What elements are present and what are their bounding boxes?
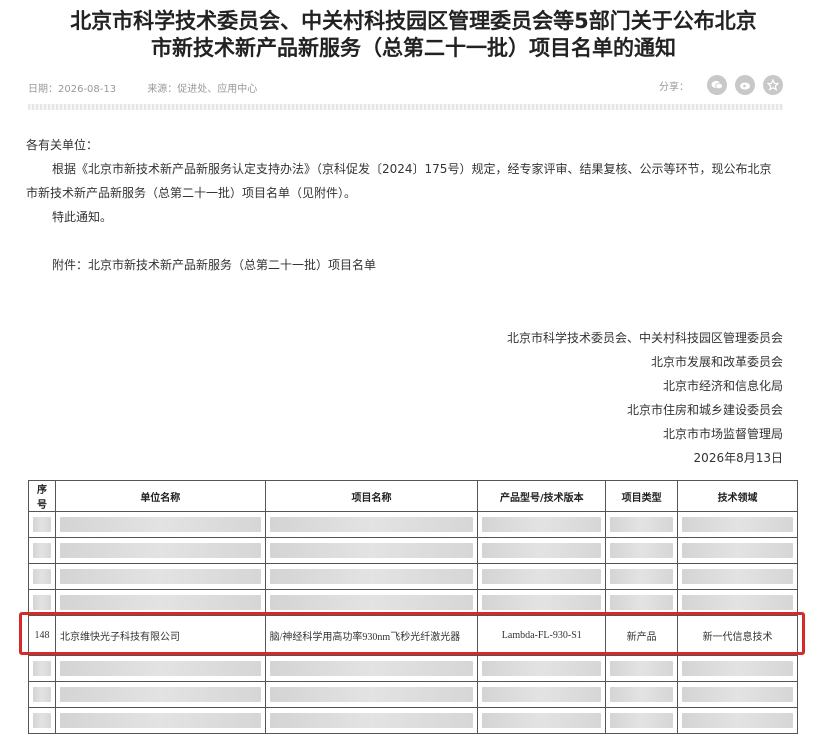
article-meta: 日期：2026-08-13 来源：促进处、应用中心 <box>28 80 285 95</box>
highlight-box <box>19 612 805 655</box>
signature-org-2: 北京市发展和改革委员会 <box>650 355 783 369</box>
redacted-cell <box>33 713 51 728</box>
header-project: 项目名称 <box>264 480 479 512</box>
redacted-cell <box>682 687 793 702</box>
share-bar: 分享： <box>659 75 783 95</box>
redacted-cell <box>610 661 674 676</box>
table-row-redacted <box>28 537 798 564</box>
redacted-cell <box>269 569 474 584</box>
signature-block: 北京市科学技术委员会、中关村科技园区管理委员会 北京市发展和改革委员会 北京市经… <box>507 326 783 470</box>
signature-date: 2026年8月13日 <box>693 451 783 465</box>
redacted-cell <box>59 661 261 676</box>
redacted-cell <box>33 661 51 676</box>
salutation: 各有关单位： <box>26 138 99 152</box>
article-source: 来源：促进处、应用中心 <box>147 84 258 95</box>
weibo-icon[interactable] <box>735 75 755 95</box>
redacted-cell <box>482 713 602 728</box>
signature-org-3: 北京市经济和信息化局 <box>662 379 783 393</box>
header-company: 单位名称 <box>54 480 266 512</box>
page-title: 北京市科学技术委员会、中关村科技园区管理委员会等5部门关于公布北京 市新技术新产… <box>0 8 827 62</box>
header-model: 产品型号/技术版本 <box>477 480 607 512</box>
redacted-cell <box>269 661 474 676</box>
redacted-cell <box>269 713 474 728</box>
redacted-cell <box>269 543 474 558</box>
share-label: 分享： <box>659 81 689 93</box>
header-field: 技术领域 <box>677 480 798 512</box>
wechat-icon[interactable] <box>707 75 727 95</box>
table-row-redacted <box>28 681 798 708</box>
redacted-cell <box>482 569 602 584</box>
redacted-cell <box>482 661 602 676</box>
redacted-cell <box>682 595 793 610</box>
table-row-redacted <box>28 511 798 538</box>
favorite-icon[interactable] <box>763 75 783 95</box>
redacted-cell <box>59 569 261 584</box>
notice-body: 各有关单位： 根据《北京市新技术新产品新服务认定支持办法》（京科促发〔2024〕… <box>26 133 786 229</box>
redacted-cell <box>682 569 793 584</box>
redacted-cell <box>610 713 674 728</box>
redacted-cell <box>59 713 261 728</box>
redacted-cell <box>59 517 261 532</box>
redacted-cell <box>610 687 674 702</box>
redacted-cell <box>682 543 793 558</box>
paragraph-1-line-2: 市新技术新产品新服务（总第二十一批）项目名单（见附件）。 <box>26 186 357 200</box>
redacted-cell <box>59 687 261 702</box>
redacted-cell <box>482 543 602 558</box>
redacted-cell <box>610 543 674 558</box>
redacted-cell <box>33 569 51 584</box>
table-header-row: 序号 单位名称 项目名称 产品型号/技术版本 项目类型 技术领域 <box>28 480 798 512</box>
redacted-cell <box>610 569 674 584</box>
redacted-cell <box>610 517 674 532</box>
signature-org-5: 北京市市场监督管理局 <box>662 427 783 441</box>
paragraph-1-line-1: 根据《北京市新技术新产品新服务认定支持办法》（京科促发〔2024〕175号）规定… <box>52 162 772 176</box>
header-divider <box>28 104 783 110</box>
redacted-cell <box>33 687 51 702</box>
page-title-line-2: 市新技术新产品新服务（总第二十一批）项目名单的通知 <box>151 36 676 60</box>
redacted-cell <box>59 543 261 558</box>
redacted-cell <box>682 661 793 676</box>
notice-closing: 特此通知。 <box>52 210 113 224</box>
redacted-cell <box>482 517 602 532</box>
page-title-line-1: 北京市科学技术委员会、中关村科技园区管理委员会等5部门关于公布北京 <box>70 9 757 33</box>
attachment-link[interactable]: 附件：北京市新技术新产品新服务（总第二十一批）项目名单 <box>52 256 376 273</box>
redacted-cell <box>482 595 602 610</box>
header-no: 序号 <box>28 480 56 512</box>
redacted-cell <box>269 517 474 532</box>
header-type: 项目类型 <box>605 480 679 512</box>
table-row-redacted <box>28 563 798 590</box>
redacted-cell <box>682 517 793 532</box>
signature-org-4: 北京市住房和城乡建设委员会 <box>626 403 783 417</box>
redacted-cell <box>269 687 474 702</box>
redacted-cell <box>33 595 51 610</box>
redacted-cell <box>33 517 51 532</box>
redacted-cell <box>610 595 674 610</box>
redacted-cell <box>59 595 261 610</box>
redacted-cell <box>33 543 51 558</box>
project-table: 序号 单位名称 项目名称 产品型号/技术版本 项目类型 技术领域 148 北京维… <box>28 480 798 734</box>
signature-org-1: 北京市科学技术委员会、中关村科技园区管理委员会 <box>506 331 783 345</box>
redacted-cell <box>682 713 793 728</box>
redacted-cell <box>482 687 602 702</box>
table-row-redacted <box>28 707 798 734</box>
publish-date: 日期：2026-08-13 <box>28 84 117 95</box>
table-row-redacted <box>28 655 798 682</box>
redacted-cell <box>269 595 474 610</box>
